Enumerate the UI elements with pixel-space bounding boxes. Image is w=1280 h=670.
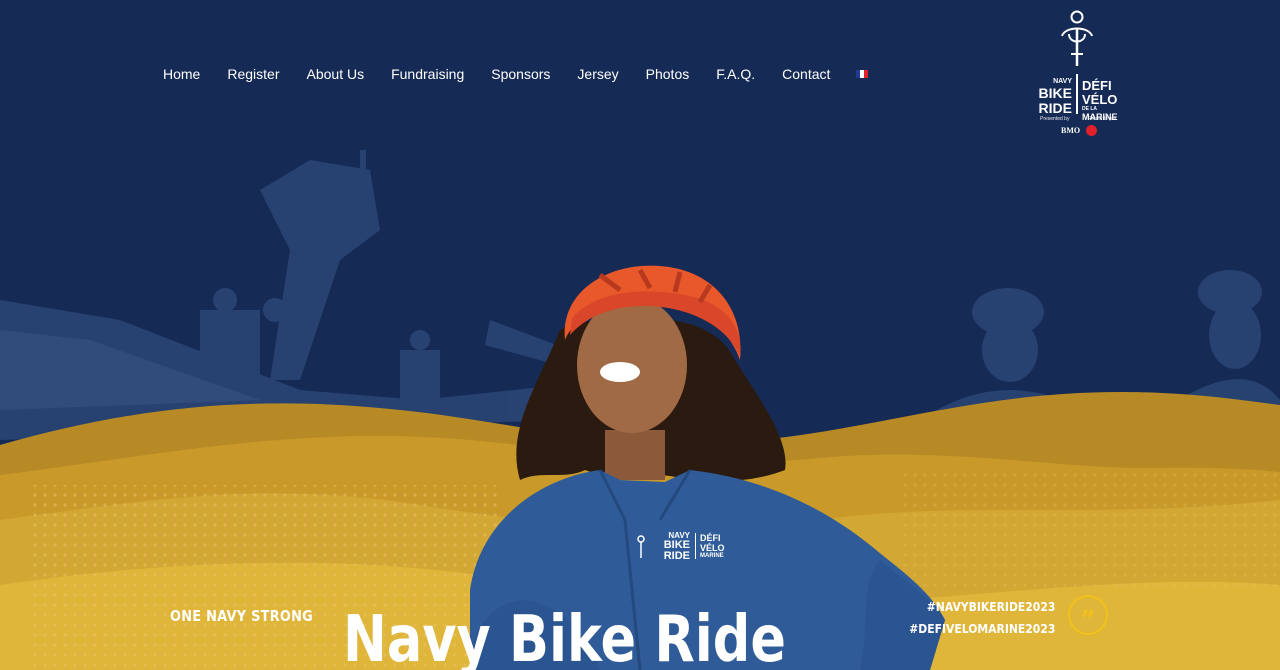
quote-icon: ”: [1080, 606, 1096, 636]
quote-button[interactable]: ”: [1068, 595, 1108, 635]
hashtag-defivelomarine: #DEFIVELOMARINE2023: [908, 622, 1055, 636]
main-nav: Home Register About Us Fundraising Spons…: [163, 64, 869, 84]
nav-faq[interactable]: F.A.Q.: [716, 64, 755, 84]
hero-tagline: ONE NAVY STRONG: [170, 607, 314, 625]
nav-contact[interactable]: Contact: [782, 64, 830, 84]
jersey-text-fr2: VÉLO: [700, 543, 725, 553]
jersey-rider-icon: [636, 535, 646, 559]
jersey-text-en3: RIDE: [663, 550, 690, 562]
logo-divider: [1076, 74, 1078, 114]
logo-presented-fr: Présenté par: [1088, 116, 1117, 122]
hero-section: NAVY BIKE RIDE DÉFI VÉLO MARINE Home Reg…: [0, 0, 1280, 670]
hashtag-navybikeride: #NAVYBIKERIDE2023: [926, 600, 1055, 614]
jersey-text-fr3: MARINE: [700, 553, 724, 559]
logo-defi-text: DÉFI: [1082, 78, 1112, 93]
nav-fundraising[interactable]: Fundraising: [391, 64, 464, 84]
logo-bike-text: BIKE: [1038, 85, 1072, 101]
nav-register[interactable]: Register: [227, 64, 279, 84]
nav-photos[interactable]: Photos: [646, 64, 690, 84]
logo-sponsor-bmo: BMO: [1061, 126, 1081, 135]
logo-velo-text: VÉLO: [1082, 92, 1118, 107]
hero-title: Navy Bike Ride: [343, 603, 786, 670]
nav-about-us[interactable]: About Us: [307, 64, 365, 84]
nav-sponsors[interactable]: Sponsors: [491, 64, 550, 84]
hashtag-block: #NAVYBIKERIDE2023 #DEFIVELOMARINE2023: [909, 596, 1055, 640]
cyclist-logo-icon: [1059, 10, 1095, 73]
logo-ride-text: RIDE: [1038, 100, 1072, 116]
nav-home[interactable]: Home: [163, 64, 200, 84]
site-logo[interactable]: NAVY BIKE RIDE DÉFI VÉLO DE LA MARINE Pr…: [1030, 8, 1126, 140]
nav-jersey[interactable]: Jersey: [577, 64, 618, 84]
logo-presented-en: Presented by: [1040, 116, 1070, 122]
bmo-roundel-icon: [1086, 125, 1097, 136]
jersey-text-fr1: DÉFI: [700, 533, 721, 543]
france-flag-icon[interactable]: [856, 70, 869, 78]
